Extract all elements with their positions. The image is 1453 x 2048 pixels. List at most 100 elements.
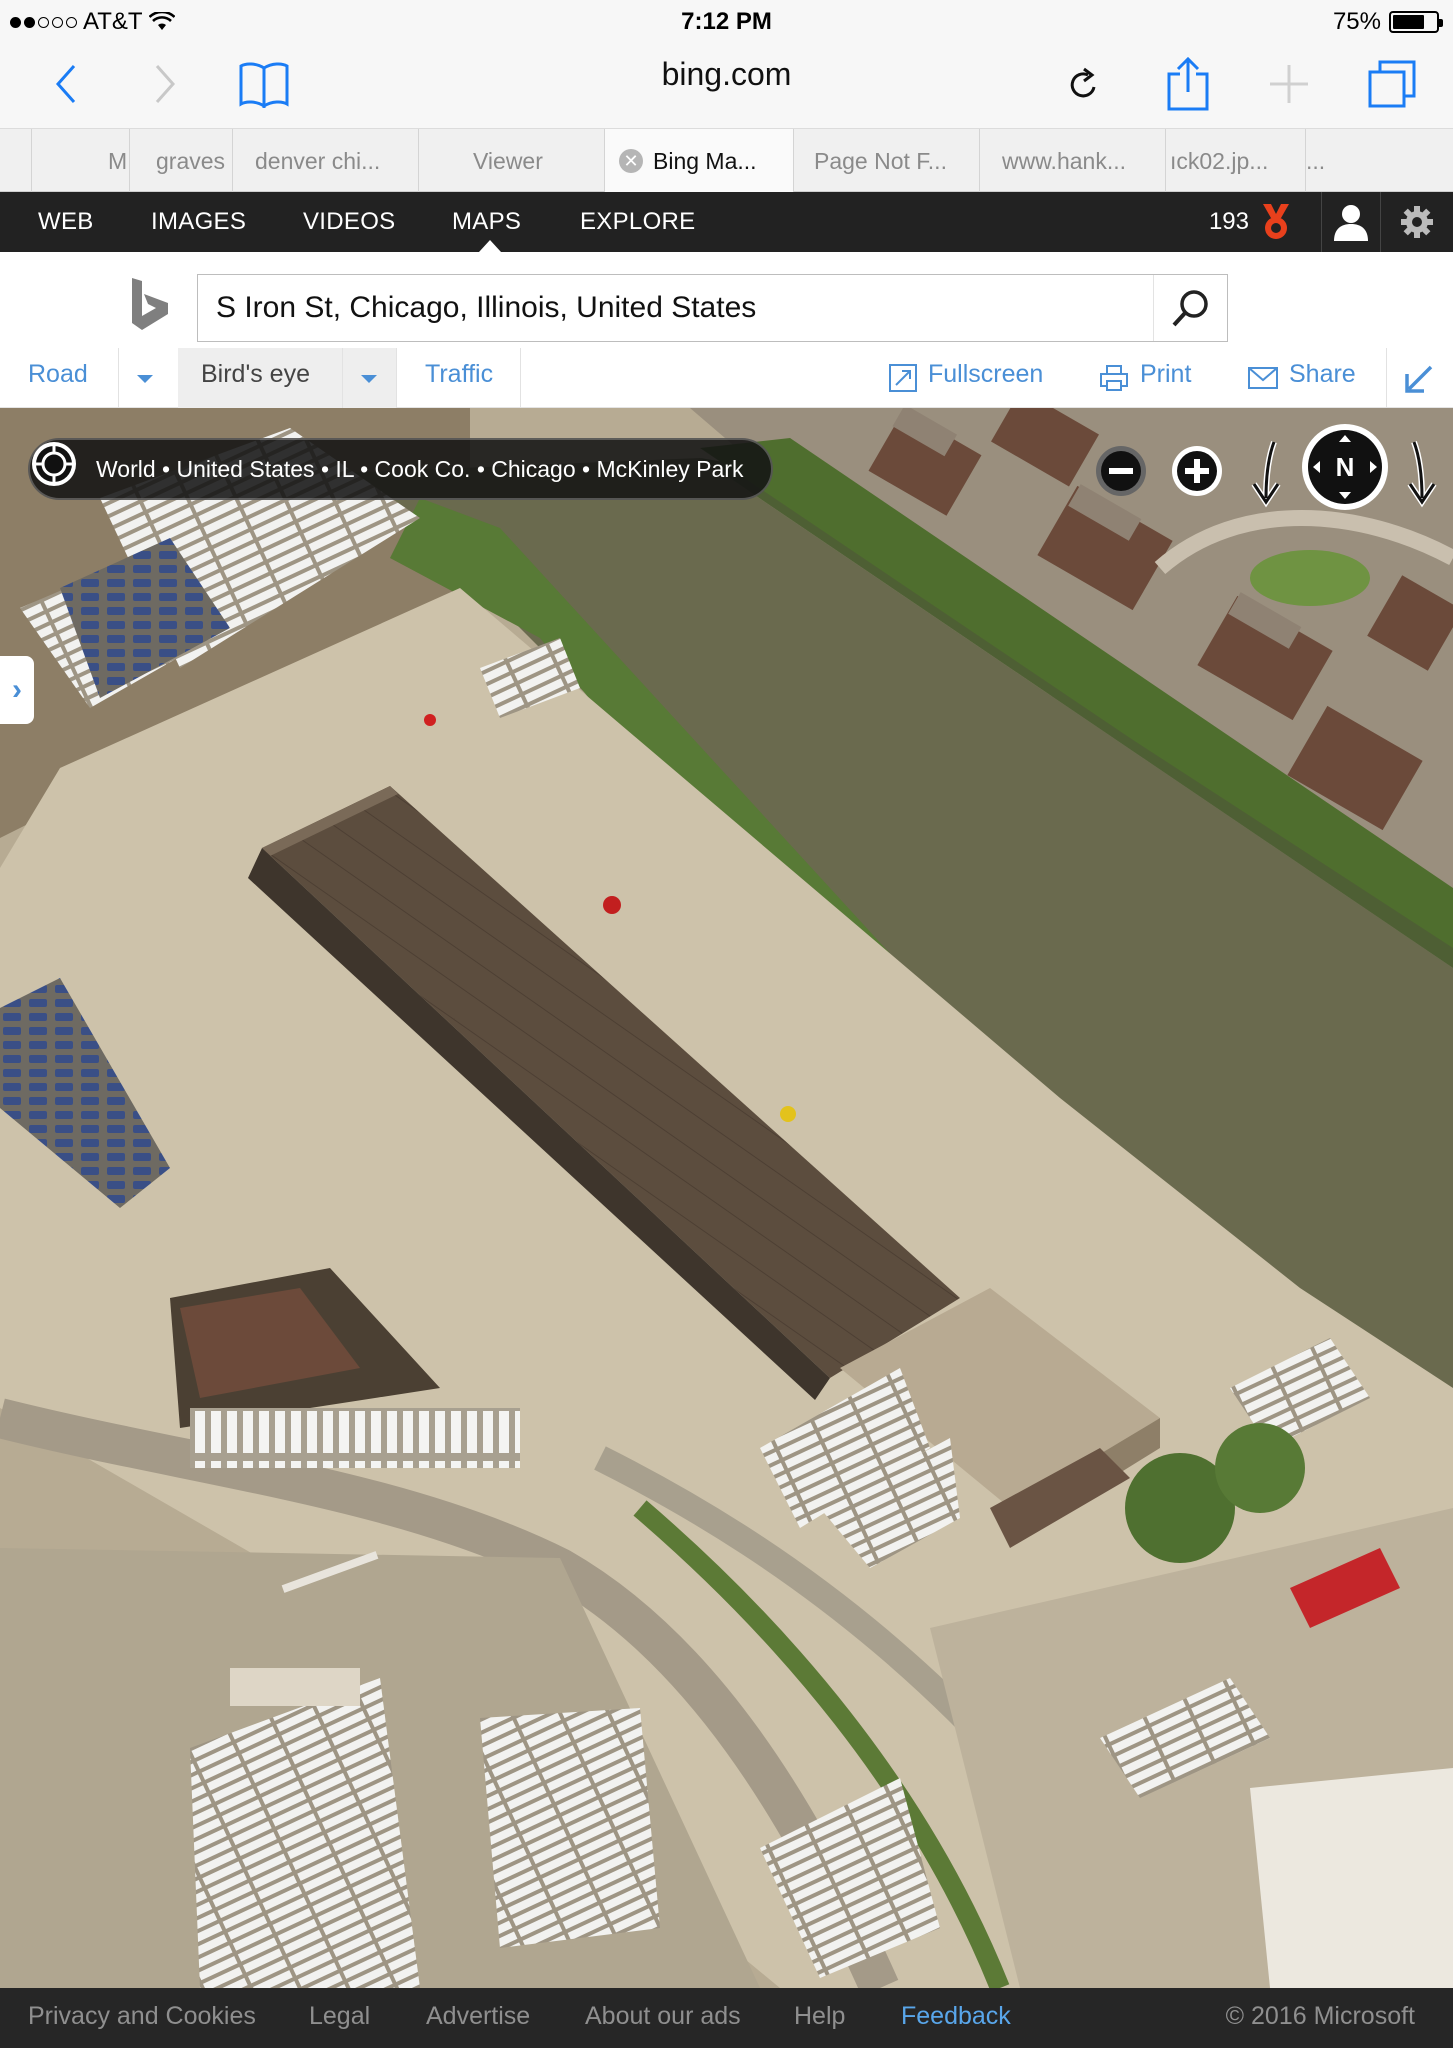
tab-item[interactable]: Page Not F... bbox=[794, 129, 980, 193]
tab-label: ıck02.jp... bbox=[1170, 147, 1269, 174]
collapse-arrow-icon[interactable] bbox=[1404, 364, 1434, 394]
rotate-left-arrow-icon bbox=[1251, 440, 1281, 508]
footer-link-privacy[interactable]: Privacy and Cookies bbox=[28, 2002, 256, 2031]
share-button[interactable] bbox=[1158, 54, 1218, 114]
rotate-right-button[interactable] bbox=[1400, 438, 1444, 508]
divider bbox=[1386, 348, 1387, 408]
tabs-button[interactable] bbox=[1362, 54, 1422, 114]
copyright: © 2016 Microsoft bbox=[1225, 2002, 1415, 2030]
fullscreen-icon[interactable] bbox=[888, 363, 918, 393]
tab-label: Page Not F... bbox=[814, 147, 947, 174]
status-right: 75% bbox=[1332, 8, 1443, 36]
map-toolbar: Road Bird's eye Traffic Fullscreen Print… bbox=[0, 348, 1453, 408]
tab-item[interactable]: M bbox=[32, 129, 130, 193]
battery-percent: 75% bbox=[1332, 8, 1381, 35]
footer-link-help[interactable]: Help bbox=[794, 2002, 845, 2031]
zoom-out-button[interactable] bbox=[1094, 444, 1148, 498]
birds-eye-view-button[interactable]: Bird's eye bbox=[201, 360, 310, 389]
compass-icon: N bbox=[1302, 424, 1388, 510]
tab-item[interactable]: ... bbox=[1306, 129, 1453, 193]
birds-eye-dropdown-caret-icon[interactable] bbox=[361, 375, 377, 383]
tab-label: www.hank... bbox=[1002, 147, 1126, 174]
tab-item[interactable]: graves bbox=[130, 129, 233, 193]
divider bbox=[118, 348, 119, 408]
nav-web[interactable]: WEB bbox=[38, 208, 94, 236]
compass-button[interactable]: N bbox=[1300, 422, 1390, 512]
print-icon[interactable] bbox=[1099, 364, 1129, 392]
close-tab-icon[interactable]: ✕ bbox=[619, 149, 643, 173]
divider bbox=[342, 348, 343, 408]
tab-label: ... bbox=[1306, 147, 1326, 174]
page-footer: Privacy and Cookies Legal Advertise Abou… bbox=[0, 1988, 1453, 2048]
tab-item[interactable]: denver chi... bbox=[233, 129, 419, 193]
tabs-icon bbox=[1368, 60, 1416, 108]
browser-toolbar: bing.com bbox=[0, 42, 1453, 128]
tab-item[interactable]: www.hank... bbox=[980, 129, 1166, 193]
compass-north-label: N bbox=[1336, 452, 1355, 482]
tab-item[interactable]: Viewer bbox=[419, 129, 605, 193]
expand-panel-button[interactable]: › bbox=[0, 656, 34, 724]
fullscreen-button[interactable]: Fullscreen bbox=[928, 360, 1043, 389]
rewards-count[interactable]: 193 bbox=[1209, 208, 1249, 236]
new-tab-button[interactable] bbox=[1259, 54, 1319, 114]
nav-maps[interactable]: MAPS bbox=[452, 208, 521, 236]
footer-link-legal[interactable]: Legal bbox=[309, 2002, 370, 2031]
chevron-right-icon: › bbox=[12, 673, 22, 706]
breadcrumb-text: World • United States • IL • Cook Co. • … bbox=[96, 455, 744, 482]
zoom-in-button[interactable] bbox=[1170, 444, 1224, 498]
road-dropdown-caret-icon[interactable] bbox=[137, 375, 153, 383]
tab-label: Viewer bbox=[473, 147, 543, 174]
user-icon bbox=[1334, 205, 1368, 241]
road-view-button[interactable]: Road bbox=[28, 360, 88, 389]
aerial-image[interactable] bbox=[0, 408, 1453, 1988]
tab-item[interactable]: ıck02.jp... bbox=[1166, 129, 1306, 193]
traffic-button[interactable]: Traffic bbox=[425, 360, 493, 389]
nav-explore[interactable]: EXPLORE bbox=[580, 208, 695, 236]
divider bbox=[396, 348, 397, 408]
footer-link-feedback[interactable]: Feedback bbox=[901, 2002, 1011, 2031]
active-nav-indicator bbox=[479, 240, 501, 252]
tab-label: M bbox=[108, 147, 128, 174]
clock: 7:12 PM bbox=[681, 8, 772, 35]
tab-item-active[interactable]: ✕ Bing Ma... bbox=[605, 129, 794, 193]
status-bar: AT&T 7:12 PM 75% bbox=[0, 0, 1453, 42]
tab-strip: M graves denver chi... Viewer ✕ Bing Ma.… bbox=[0, 128, 1453, 193]
reload-icon bbox=[1070, 67, 1096, 98]
nav-right: 193 bbox=[1209, 192, 1453, 252]
mail-icon[interactable] bbox=[1248, 367, 1278, 389]
battery-icon bbox=[1389, 11, 1443, 33]
footer-link-about-ads[interactable]: About our ads bbox=[585, 2002, 741, 2031]
gear-icon bbox=[1401, 206, 1433, 238]
search-box[interactable]: S Iron St, Chicago, Illinois, United Sta… bbox=[197, 274, 1228, 342]
tab-sliver[interactable] bbox=[0, 129, 32, 193]
reload-button[interactable] bbox=[1054, 54, 1114, 114]
search-area: S Iron St, Chicago, Illinois, United Sta… bbox=[0, 252, 1453, 348]
share-map-button[interactable]: Share bbox=[1289, 360, 1356, 389]
rotate-left-button[interactable] bbox=[1244, 438, 1288, 508]
search-button[interactable] bbox=[1153, 275, 1227, 341]
aerial-map[interactable]: World • United States • IL • Cook Co. • … bbox=[0, 408, 1453, 1988]
locate-me-icon[interactable] bbox=[30, 440, 78, 488]
address-bar[interactable]: bing.com bbox=[0, 56, 1453, 93]
settings-button[interactable] bbox=[1381, 192, 1453, 252]
location-breadcrumb[interactable]: World • United States • IL • Cook Co. • … bbox=[28, 438, 774, 500]
plus-circle-icon bbox=[1172, 446, 1222, 496]
footer-link-advertise[interactable]: Advertise bbox=[426, 2002, 530, 2031]
tab-label: graves bbox=[156, 147, 226, 174]
divider bbox=[520, 348, 521, 408]
rewards-medal-icon[interactable] bbox=[1259, 202, 1293, 242]
print-button[interactable]: Print bbox=[1140, 360, 1191, 389]
profile-button[interactable] bbox=[1321, 192, 1381, 252]
rotate-right-arrow-icon bbox=[1407, 440, 1437, 508]
share-icon bbox=[1167, 56, 1209, 111]
bing-nav-bar: WEB IMAGES VIDEOS MAPS EXPLORE 193 bbox=[0, 192, 1453, 252]
minus-circle-icon bbox=[1096, 446, 1146, 496]
nav-videos[interactable]: VIDEOS bbox=[303, 208, 396, 236]
bing-logo-icon[interactable] bbox=[128, 276, 172, 332]
search-input[interactable]: S Iron St, Chicago, Illinois, United Sta… bbox=[216, 291, 756, 325]
plus-icon bbox=[1270, 65, 1308, 103]
nav-images[interactable]: IMAGES bbox=[151, 208, 246, 236]
search-icon bbox=[1172, 290, 1208, 327]
tab-label: denver chi... bbox=[255, 147, 381, 174]
tab-label: Bing Ma... bbox=[653, 147, 757, 174]
